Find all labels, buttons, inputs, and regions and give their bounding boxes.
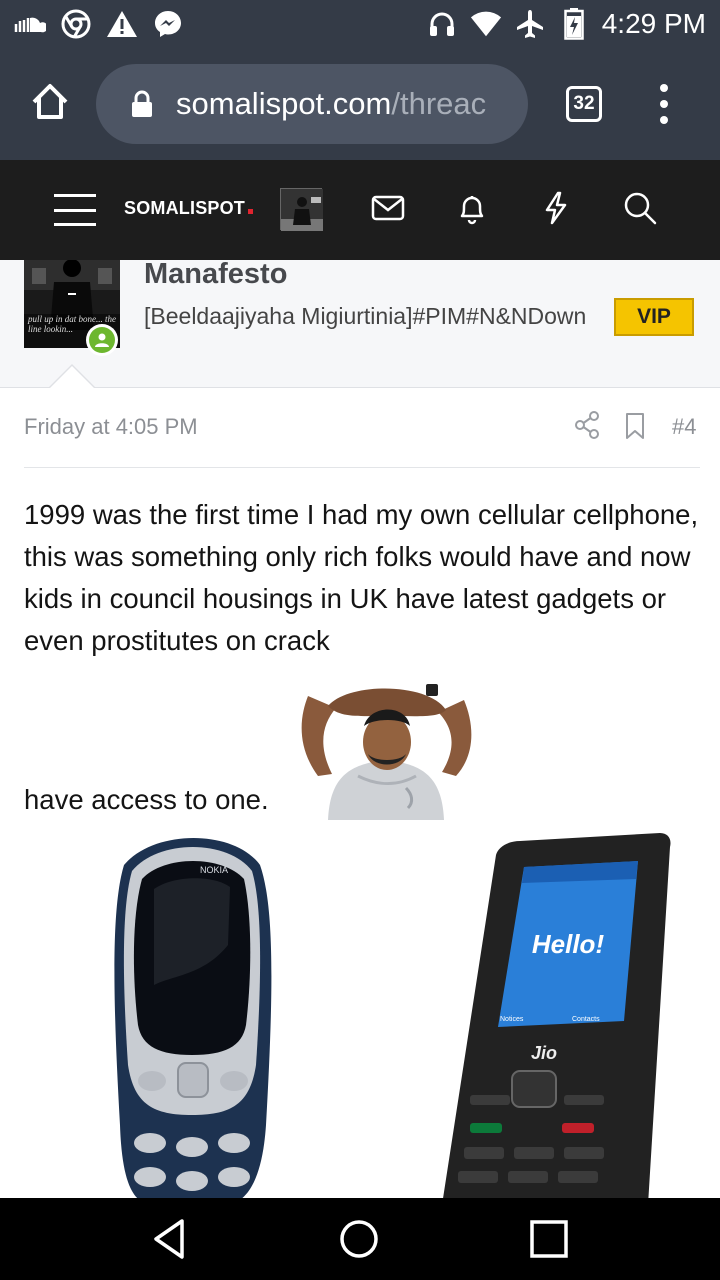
home-icon[interactable]	[337, 1217, 381, 1261]
bookmark-icon[interactable]	[624, 412, 646, 440]
jio-screen-text: Hello!	[532, 929, 605, 959]
messenger-icon	[152, 8, 184, 40]
status-time: 4:29 PM	[601, 8, 706, 39]
post-number[interactable]: #4	[672, 414, 696, 440]
post-date[interactable]: Friday at 4:05 PM	[24, 414, 198, 440]
post-body-text-end: have access to one.	[24, 784, 269, 815]
site-logo-text: SOMALISPOT	[124, 198, 246, 218]
status-bar: 4:29 PM	[0, 0, 720, 48]
phones-image: NOKIA Hello! Notices Contacts Jio	[24, 825, 700, 1198]
vip-badge: VIP	[614, 298, 694, 336]
avatar[interactable]	[280, 188, 323, 231]
jio-brand-text: Jio	[531, 1043, 557, 1063]
thread-content: pull up in dat bone... the line lookin..…	[0, 260, 720, 1198]
menu-icon[interactable]	[54, 194, 96, 226]
lock-icon	[132, 90, 152, 117]
home-icon	[32, 84, 68, 119]
wifi-icon	[470, 8, 502, 40]
mail-icon[interactable]	[370, 190, 406, 226]
android-nav-bar	[0, 1198, 720, 1280]
tab-switcher-button[interactable]: 32	[566, 86, 602, 122]
chrome-icon	[60, 8, 92, 40]
share-icon[interactable]	[574, 410, 600, 440]
home-button[interactable]	[22, 72, 78, 132]
url-bar[interactable]: somalispot.com/threac	[96, 64, 528, 144]
post-user-header: pull up in dat bone... the line lookin..…	[0, 260, 720, 388]
search-icon[interactable]	[622, 190, 658, 226]
site-navbar: SOMALISPOT	[0, 160, 720, 260]
jio-contacts-text: Contacts	[572, 1016, 600, 1023]
browser-menu-button[interactable]	[650, 78, 678, 130]
post-username[interactable]: Manafesto	[144, 260, 287, 291]
headphones-icon	[426, 8, 458, 40]
soundcloud-icon	[14, 8, 46, 40]
nokia-brand-text: NOKIA	[200, 865, 228, 875]
warning-icon	[106, 8, 138, 40]
jio-notices-text: Notices	[500, 1016, 524, 1023]
url-path: /threac	[391, 86, 487, 121]
recents-icon[interactable]	[527, 1217, 571, 1261]
battery-charging-icon	[558, 8, 590, 40]
post-body-text: 1999 was the first time I had my own cel…	[24, 499, 699, 656]
url-host: somalispot.com	[176, 86, 392, 121]
bolt-icon[interactable]	[538, 190, 574, 226]
bell-icon[interactable]	[454, 190, 490, 226]
airplane-icon	[514, 8, 546, 40]
user-title: [Beeldaajiyaha Migiurtinia]#PIM#N&NDown	[144, 303, 587, 329]
browser-toolbar: somalispot.com/threac 32	[0, 48, 720, 160]
site-logo[interactable]: SOMALISPOT	[124, 198, 254, 219]
post-meta: Friday at 4:05 PM #4	[24, 410, 700, 468]
back-icon[interactable]	[148, 1217, 192, 1261]
stressed-man-image	[288, 676, 484, 820]
online-status-icon	[86, 324, 118, 356]
